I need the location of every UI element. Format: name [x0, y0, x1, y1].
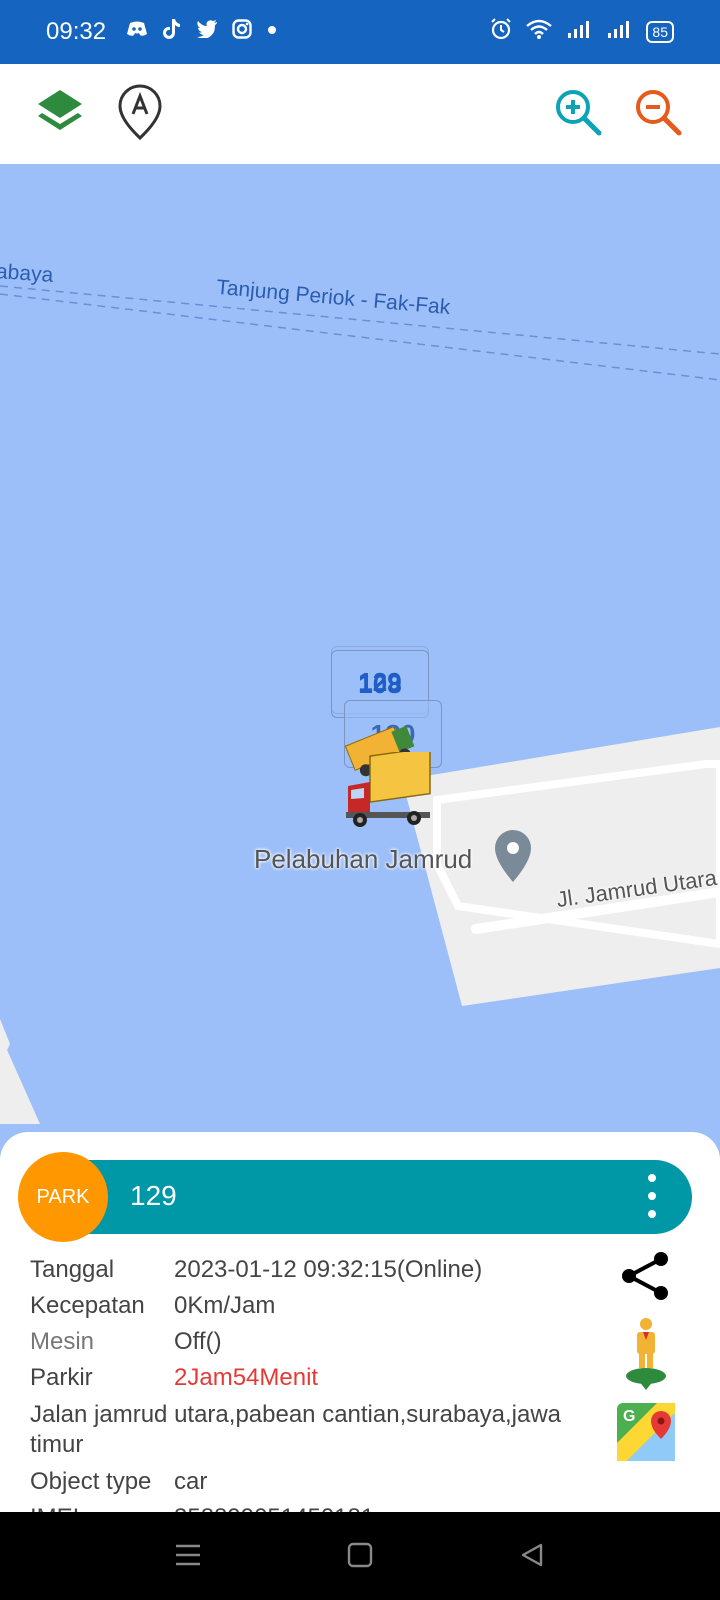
share-button[interactable] — [616, 1248, 676, 1308]
menu-lines-icon — [174, 1543, 202, 1572]
address-text: Jalan jamrud utara,pabean cantian,suraba… — [30, 1401, 562, 1458]
detail-label: Tanggal — [30, 1256, 115, 1283]
vehicle-name: 129 — [130, 1180, 177, 1211]
discord-icon — [126, 20, 148, 43]
vehicle-marker-label-text: 108 — [358, 669, 402, 699]
route-label-left: abaya — [0, 260, 54, 287]
more-vert-icon-dot — [648, 1192, 656, 1200]
detail-label: Parkir — [30, 1364, 93, 1391]
place-label: Pelabuhan Jamrud — [254, 844, 473, 874]
map-pin-a-icon — [117, 83, 163, 146]
zoom-in-icon — [553, 87, 603, 142]
google-maps-button[interactable]: G — [616, 1402, 676, 1466]
back-triangle-icon — [519, 1542, 545, 1573]
back-button[interactable] — [515, 1540, 549, 1574]
google-maps-icon: G — [617, 1402, 675, 1466]
detail-value: Off() — [174, 1328, 222, 1355]
home-square-icon — [347, 1542, 373, 1573]
layers-button[interactable] — [32, 86, 88, 142]
vehicle-header[interactable]: PARK 129 — [18, 1152, 692, 1242]
zoom-out-button[interactable] — [630, 86, 686, 142]
detail-value: 2Jam54Menit — [174, 1364, 319, 1391]
recent-apps-button[interactable] — [171, 1540, 205, 1574]
detail-row-object-type: Object type car — [30, 1464, 600, 1500]
home-button[interactable] — [343, 1540, 377, 1574]
status-time: 09:32 — [46, 18, 107, 45]
detail-label: Kecepatan — [30, 1292, 145, 1319]
vehicle-details: Tanggal 2023-01-12 09:32:15(Online) Kece… — [30, 1252, 600, 1536]
detail-label: Mesin — [30, 1328, 95, 1355]
notification-icons — [126, 18, 278, 45]
street-view-icon — [621, 1316, 671, 1397]
detail-row-speed: Kecepatan 0Km/Jam — [30, 1288, 600, 1324]
detail-row-engine: Mesin Off() — [30, 1324, 600, 1360]
instagram-icon — [232, 19, 252, 44]
svg-text:G: G — [623, 1408, 635, 1425]
alarm-icon — [490, 18, 512, 45]
signal-icon — [566, 19, 592, 44]
detail-value: car — [174, 1468, 208, 1495]
zoom-in-button[interactable] — [550, 86, 606, 142]
detail-row-parking: Parkir 2Jam54Menit — [30, 1360, 600, 1396]
detail-value: 2023-01-12 09:32:15(Online) — [174, 1256, 483, 1283]
map-view[interactable]: abaya Tanjung Periok - Fak-Fak 129 108 1… — [0, 164, 720, 1164]
tiktok-icon — [162, 18, 182, 45]
more-vert-icon-dot — [648, 1210, 656, 1218]
detail-row-date: Tanggal 2023-01-12 09:32:15(Online) — [30, 1252, 600, 1288]
layers-icon — [34, 86, 86, 143]
twitter-icon — [196, 20, 218, 43]
status-badge: PARK — [18, 1152, 108, 1242]
more-options-button[interactable] — [642, 1174, 662, 1218]
status-bar: 09:32 85 — [0, 0, 720, 64]
system-nav-bar — [0, 1512, 720, 1600]
zoom-out-icon — [633, 87, 683, 142]
dot-icon — [266, 23, 278, 41]
auto-location-button[interactable] — [112, 83, 168, 142]
vehicle-info-sheet: PARK 129 Tanggal 2023-01-12 09:32:15(Onl… — [0, 1132, 720, 1531]
detail-label: Object type — [30, 1468, 152, 1495]
detail-value: 0Km/Jam — [174, 1292, 276, 1319]
place-pin-icon[interactable] — [492, 828, 534, 889]
more-vert-icon-dot — [648, 1174, 656, 1182]
street-view-button[interactable] — [616, 1316, 676, 1397]
battery-indicator: 85 — [646, 20, 674, 43]
wifi-icon — [526, 19, 553, 44]
signal-icon — [606, 19, 632, 44]
map-toolbar — [0, 64, 720, 164]
share-icon — [619, 1249, 673, 1308]
truck-icon[interactable] — [342, 746, 438, 837]
system-icons: 85 — [490, 18, 674, 45]
